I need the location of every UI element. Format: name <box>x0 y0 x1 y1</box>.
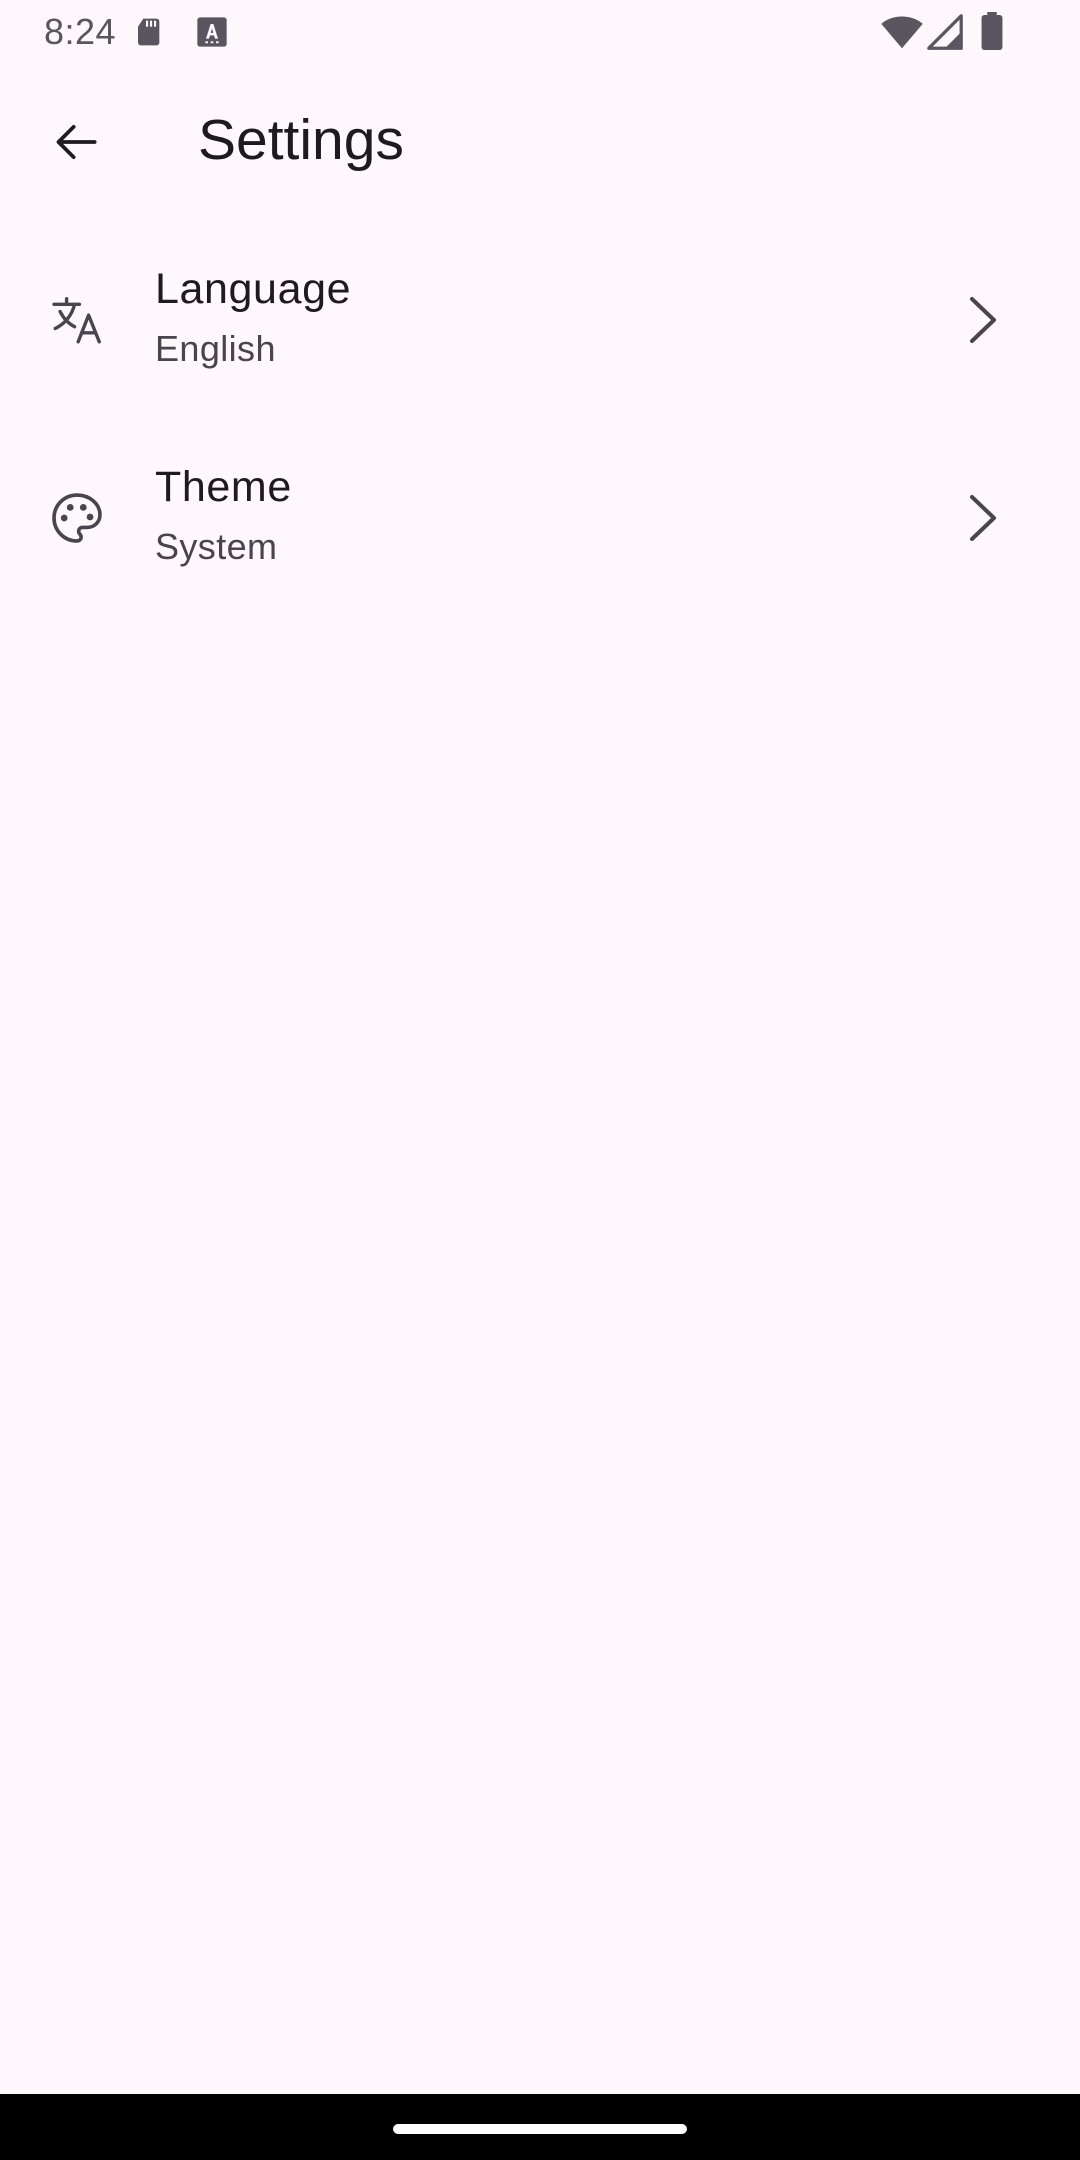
theme-value: System <box>155 526 278 567</box>
status-bar: 8:24 <box>0 0 1080 64</box>
a-icon <box>197 17 227 47</box>
language-value: English <box>155 328 276 369</box>
navigation-bar <box>0 2094 1080 2160</box>
translate-icon <box>52 297 101 344</box>
theme-label: Theme <box>155 463 292 511</box>
palette-icon <box>52 493 102 543</box>
arrow-back-icon <box>56 124 97 160</box>
settings-list: Language English Theme System <box>0 220 1080 616</box>
top-app-bar: Settings <box>0 80 1080 206</box>
settings-item-theme[interactable]: Theme System <box>0 418 1080 616</box>
battery-icon <box>981 12 1003 50</box>
back-button[interactable] <box>30 102 122 182</box>
settings-item-language[interactable]: Language English <box>0 220 1080 418</box>
status-time: 8:24 <box>44 11 117 52</box>
signal-icon <box>927 14 963 50</box>
page-title: Settings <box>198 108 404 172</box>
home-gesture-handle[interactable] <box>393 2124 687 2134</box>
sd-card-icon <box>138 18 160 46</box>
chevron-right-icon <box>970 495 996 541</box>
wifi-icon <box>881 16 923 49</box>
language-label: Language <box>155 265 352 313</box>
chevron-right-icon <box>970 297 996 343</box>
